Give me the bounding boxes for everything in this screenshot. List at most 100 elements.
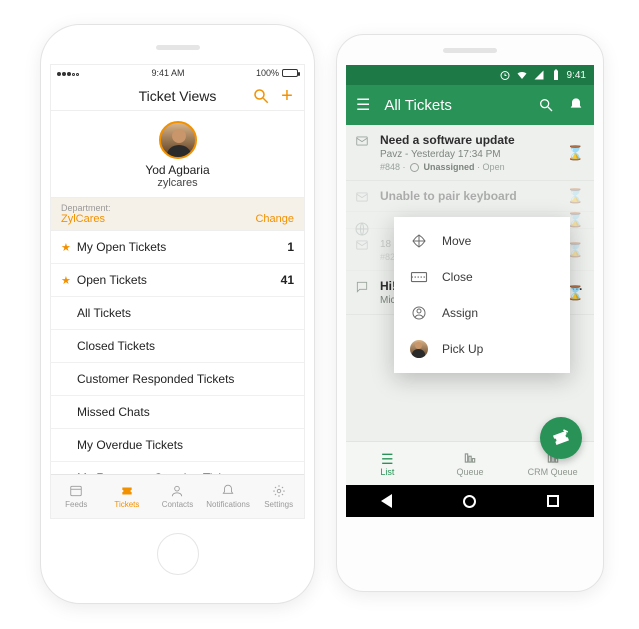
- tab-label: Contacts: [162, 500, 194, 509]
- view-row[interactable]: Closed Tickets: [51, 330, 304, 363]
- action-close[interactable]: Close: [394, 259, 570, 295]
- status-time: 9:41 AM: [151, 68, 184, 78]
- move-icon: [410, 232, 428, 250]
- tab-feeds[interactable]: Feeds: [51, 475, 102, 518]
- view-row[interactable]: My Response Overdue Tickets: [51, 462, 304, 474]
- close-ticket-icon: [410, 268, 428, 286]
- ticket-meta: Pavz - Yesterday 17:34 PM: [380, 149, 584, 160]
- department-value: ZylCares: [61, 213, 111, 225]
- tab-label: Tickets: [114, 500, 139, 509]
- ticket-row[interactable]: Need a software update Pavz - Yesterday 1…: [346, 125, 594, 181]
- signal-icon: [533, 69, 545, 81]
- view-count: 1: [287, 240, 294, 254]
- view-count: 41: [281, 273, 294, 287]
- android-top-bezel: [337, 35, 603, 65]
- ios-home-button[interactable]: [157, 533, 199, 575]
- tickets-icon: [119, 484, 135, 498]
- signal-strength-icon: [57, 68, 80, 78]
- action-label: Assign: [442, 306, 478, 320]
- android-app-bar: ☰ All Tickets: [346, 85, 594, 125]
- android-screen: 9:41 ☰ All Tickets Need a software updat…: [346, 65, 594, 517]
- gear-icon: [271, 484, 287, 498]
- android-system-nav: [346, 485, 594, 517]
- nav-back-button[interactable]: [381, 494, 392, 508]
- ticket-subject: Need a software update: [380, 133, 584, 147]
- nav-recents-button[interactable]: [547, 495, 559, 507]
- view-label: Customer Responded Tickets: [77, 372, 234, 386]
- page-title: Ticket Views: [139, 88, 217, 104]
- avatar[interactable]: [159, 121, 197, 159]
- view-row[interactable]: Customer Responded Tickets: [51, 363, 304, 396]
- pickup-avatar-icon: [410, 340, 428, 358]
- change-department-button[interactable]: Change: [255, 213, 294, 225]
- view-label: My Overdue Tickets: [77, 438, 183, 452]
- view-row[interactable]: ★ My Open Tickets 1: [51, 231, 304, 264]
- ios-speaker: [156, 45, 200, 50]
- hamburger-menu-icon[interactable]: ☰: [356, 95, 370, 115]
- tab-list[interactable]: ☰ List: [346, 442, 429, 485]
- action-label: Move: [442, 234, 471, 248]
- ticket-row[interactable]: Unable to pair keyboard⌛: [346, 181, 594, 212]
- ios-device-frame: 9:41 AM 100% Ticket Views + Yod Agbaria …: [40, 24, 315, 604]
- ios-nav-bar: Ticket Views +: [51, 81, 304, 111]
- action-sheet: Move Close Assign Pick Up: [394, 217, 570, 373]
- mail-channel-icon: [354, 238, 370, 255]
- view-label: My Open Tickets: [77, 240, 166, 254]
- assign-icon: [410, 304, 428, 322]
- tab-queue[interactable]: Queue: [429, 442, 512, 485]
- tab-contacts[interactable]: Contacts: [152, 475, 203, 518]
- ticket-views-list: ★ My Open Tickets 1 ★ Open Tickets 41 All Tick…: [51, 231, 304, 474]
- tab-label: Feeds: [65, 500, 87, 509]
- wifi-icon: [516, 69, 528, 81]
- bell-icon: [220, 484, 236, 498]
- view-row[interactable]: Missed Chats: [51, 396, 304, 429]
- tab-tickets[interactable]: Tickets: [102, 475, 153, 518]
- department-row: Department: ZylCares Change: [51, 197, 304, 231]
- ios-tab-bar: Feeds Tickets Contacts Notifications Set…: [51, 474, 304, 518]
- view-row[interactable]: ★ Open Tickets 41: [51, 264, 304, 297]
- add-button[interactable]: +: [278, 87, 296, 105]
- ticket-status-line: #848 · Unassigned · Open: [380, 162, 584, 172]
- contacts-icon: [169, 484, 185, 498]
- view-label: Closed Tickets: [77, 339, 155, 353]
- search-icon[interactable]: [538, 97, 554, 113]
- profile-org: zylcares: [157, 177, 197, 189]
- action-assign[interactable]: Assign: [394, 295, 570, 331]
- action-pickup[interactable]: Pick Up: [394, 331, 570, 367]
- battery-icon: [550, 69, 562, 81]
- action-label: Close: [442, 270, 473, 284]
- tab-notifications[interactable]: Notifications: [203, 475, 254, 518]
- star-icon: ★: [61, 274, 71, 287]
- tab-label: CRM Queue: [528, 467, 578, 477]
- battery-percent: 100%: [256, 68, 279, 78]
- chat-channel-icon: [354, 280, 370, 297]
- hourglass-icon: ⌛: [567, 144, 584, 161]
- profile-name: Yod Agbaria: [145, 163, 209, 177]
- ios-status-bar: 9:41 AM 100%: [51, 65, 304, 81]
- list-icon: ☰: [381, 451, 394, 465]
- nav-home-button[interactable]: [463, 495, 476, 508]
- view-label: Open Tickets: [77, 273, 147, 287]
- view-label: Missed Chats: [77, 405, 150, 419]
- tab-label: Notifications: [206, 500, 250, 509]
- ticket-subject: Unable to pair keyboard: [380, 189, 584, 203]
- bell-icon[interactable]: [568, 97, 584, 113]
- action-move[interactable]: Move: [394, 223, 570, 259]
- android-speaker: [443, 48, 497, 53]
- view-row[interactable]: My Overdue Tickets: [51, 429, 304, 462]
- android-device-frame: 9:41 ☰ All Tickets Need a software updat…: [336, 34, 604, 592]
- tab-settings[interactable]: Settings: [253, 475, 304, 518]
- feeds-icon: [68, 484, 84, 498]
- view-row[interactable]: All Tickets: [51, 297, 304, 330]
- search-icon[interactable]: [252, 87, 270, 105]
- profile-block: Yod Agbaria zylcares: [51, 111, 304, 197]
- hourglass-icon: ⌛: [567, 188, 584, 205]
- view-label: All Tickets: [77, 306, 131, 320]
- tab-label: Queue: [456, 467, 483, 477]
- new-ticket-fab[interactable]: [540, 417, 582, 459]
- action-label: Pick Up: [442, 342, 483, 356]
- star-icon: ★: [61, 241, 71, 254]
- battery-icon: [282, 69, 298, 77]
- mail-channel-icon: [354, 190, 370, 207]
- mail-channel-icon: [354, 134, 370, 151]
